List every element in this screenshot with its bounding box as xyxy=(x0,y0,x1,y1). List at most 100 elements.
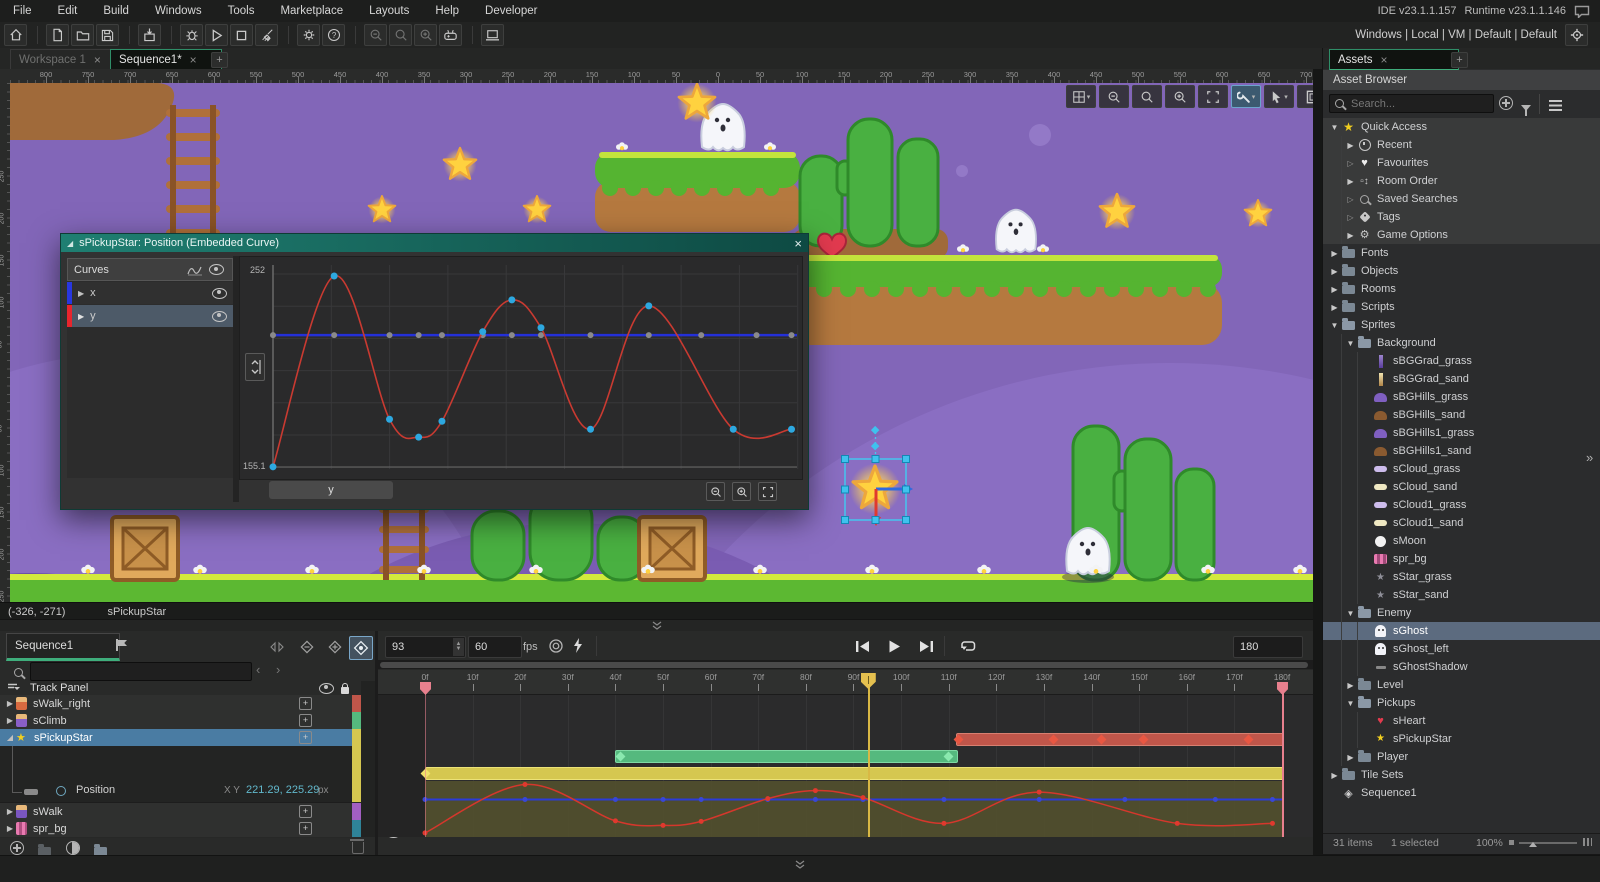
select-tool-button[interactable]: ▾ xyxy=(1264,85,1294,108)
scale-handle[interactable] xyxy=(872,456,879,463)
expand-icon[interactable]: ▶ xyxy=(78,289,84,298)
new-project-button[interactable] xyxy=(46,24,69,46)
menu-developer[interactable]: Developer xyxy=(472,5,550,17)
clip-sClimb[interactable] xyxy=(615,750,957,763)
asset-tree-item-Saved Searches[interactable]: ▷Saved Searches xyxy=(1323,190,1600,208)
sequence-length-input[interactable]: 180 xyxy=(1233,636,1303,658)
asset-tree-item-Objects[interactable]: ▶Objects xyxy=(1323,262,1600,280)
graph-fit-button[interactable] xyxy=(758,482,777,501)
tab-workspace[interactable]: Workspace 1× xyxy=(10,49,124,70)
track-row-sWalk_right[interactable]: ▶sWalk_right+ xyxy=(0,695,352,713)
asset-tree-item-sCloud_grass[interactable]: sCloud_grass xyxy=(1323,460,1600,478)
fps-input[interactable]: 60 xyxy=(468,636,522,658)
spinner-arrows[interactable]: ▲▼ xyxy=(453,638,464,656)
track-row-sWalk[interactable]: ▶sWalk+ xyxy=(0,803,352,821)
add-tab-button[interactable]: + xyxy=(1451,52,1468,68)
asset-tree-item-Background[interactable]: ▼Background xyxy=(1323,334,1600,352)
debug-button[interactable] xyxy=(180,24,203,46)
settings-button[interactable] xyxy=(297,24,320,46)
canvas-zoom-out-button[interactable] xyxy=(1099,85,1129,108)
asset-tree-item-Scripts[interactable]: ▶Scripts xyxy=(1323,298,1600,316)
edit-tool-button[interactable]: ▾ xyxy=(1231,85,1261,108)
asset-tree-item-sCloud1_sand[interactable]: sCloud1_sand xyxy=(1323,514,1600,532)
asset-tree-item-Room Order[interactable]: ▶▫↕Room Order xyxy=(1323,172,1600,190)
menu-file[interactable]: File xyxy=(0,5,45,17)
remove-keyframe-button[interactable] xyxy=(296,636,318,658)
canvas-zoom-in-button[interactable] xyxy=(1165,85,1195,108)
graph-zoom-out-button[interactable] xyxy=(706,482,725,501)
track-row-sPickupStar[interactable]: ◢★sPickupStar+ xyxy=(0,729,352,747)
add-parameter-button[interactable]: + xyxy=(299,805,312,818)
asset-tree-item-sBGHills1_sand[interactable]: sBGHills1_sand xyxy=(1323,442,1600,460)
asset-tree-item-sHeart[interactable]: ♥sHeart xyxy=(1323,712,1600,730)
curve-graph[interactable]: 252155.1 xyxy=(239,256,803,480)
clip-sWalk_right[interactable] xyxy=(956,733,1284,746)
asset-tree-item-sGhostShadow[interactable]: sGhostShadow xyxy=(1323,658,1600,676)
fit-view-button[interactable] xyxy=(1198,85,1228,108)
graph-zoom-in-button[interactable] xyxy=(732,482,751,501)
search-next-button[interactable]: › xyxy=(276,662,280,677)
curves-header-row[interactable]: Curves xyxy=(67,258,233,281)
pingpong-playback-button[interactable] xyxy=(266,636,288,658)
add-parameter-button[interactable]: + xyxy=(299,731,312,744)
channel-row-x[interactable]: ▶ x xyxy=(67,282,233,304)
track-row-spr_bg[interactable]: ▶spr_bg+ xyxy=(0,820,352,838)
close-icon[interactable]: × xyxy=(1381,53,1388,67)
zoom-out-button[interactable] xyxy=(364,24,387,46)
asset-tree-item-sBGHills1_grass[interactable]: sBGHills1_grass xyxy=(1323,424,1600,442)
fit-vertical-button[interactable] xyxy=(245,353,265,381)
track-search-input[interactable] xyxy=(30,662,252,681)
curve-window-titlebar[interactable]: ◢ sPickupStar: Position (Embedded Curve)… xyxy=(61,234,808,252)
selected-channel-button[interactable]: y xyxy=(269,481,393,499)
grid-options-button[interactable]: ▾ xyxy=(1066,85,1096,108)
timeline-scrollbar[interactable] xyxy=(378,660,1313,669)
asset-tree-item-Sequence1[interactable]: ◈Sequence1 xyxy=(1323,784,1600,802)
asset-tree-item-Fonts[interactable]: ▶Fonts xyxy=(1323,244,1600,262)
channel-row-y[interactable]: ▶ y xyxy=(67,305,233,327)
create-executable-button[interactable] xyxy=(138,24,161,46)
asset-tree-item-Game Options[interactable]: ▶⚙Game Options xyxy=(1323,226,1600,244)
add-parameter-button[interactable]: + xyxy=(299,697,312,710)
filter-list-icon[interactable] xyxy=(8,683,22,693)
expand-icon[interactable]: ▶ xyxy=(78,312,84,321)
current-frame-input[interactable]: 93▲▼ xyxy=(385,636,466,658)
position-track-row[interactable]: Position X Y 221.29, 225.29 px xyxy=(0,746,352,803)
canvas-zoom-reset-button[interactable] xyxy=(1132,85,1162,108)
asset-tree-item-Level[interactable]: ▶Level xyxy=(1323,676,1600,694)
zoom-slider-handle[interactable] xyxy=(1529,842,1537,847)
menu-marketplace[interactable]: Marketplace xyxy=(267,5,356,17)
asset-search-input[interactable] xyxy=(1349,97,1473,111)
asset-tree-item-sGhost_left[interactable]: sGhost_left xyxy=(1323,640,1600,658)
bottom-collapse-strip[interactable] xyxy=(0,855,1600,882)
scale-handle[interactable] xyxy=(872,517,879,524)
eye-icon[interactable] xyxy=(212,311,227,322)
menu-edit[interactable]: Edit xyxy=(45,5,91,17)
stop-button[interactable] xyxy=(230,24,253,46)
scale-handle[interactable] xyxy=(842,486,849,493)
eye-icon[interactable] xyxy=(212,288,227,299)
close-icon[interactable]: × xyxy=(94,53,101,67)
asset-tree-item-Recent[interactable]: ▶Recent xyxy=(1323,136,1600,154)
bolt-icon[interactable] xyxy=(572,637,584,654)
play-button[interactable] xyxy=(882,636,906,656)
help-button[interactable]: ? xyxy=(322,24,345,46)
asset-tree-item-spr_bg[interactable]: spr_bg xyxy=(1323,550,1600,568)
menu-layouts[interactable]: Layouts xyxy=(356,5,422,17)
asset-tree-item-Sprites[interactable]: ▼Sprites xyxy=(1323,316,1600,334)
scale-handle[interactable] xyxy=(842,517,849,524)
eye-icon[interactable] xyxy=(209,264,224,275)
add-parameter-button[interactable]: + xyxy=(299,822,312,835)
crate-sprite[interactable] xyxy=(112,517,178,580)
loop-record-icon[interactable] xyxy=(548,638,564,654)
asset-tree-item-Pickups[interactable]: ▼Pickups xyxy=(1323,694,1600,712)
menu-windows[interactable]: Windows xyxy=(142,5,215,17)
run-button[interactable] xyxy=(205,24,228,46)
track-row-sClimb[interactable]: ▶sClimb+ xyxy=(0,712,352,730)
close-icon[interactable]: × xyxy=(794,236,802,251)
zoom-slider[interactable] xyxy=(1519,842,1577,844)
menu-icon[interactable] xyxy=(1549,98,1562,116)
feedback-icon[interactable] xyxy=(1574,5,1590,18)
menu-help[interactable]: Help xyxy=(422,5,472,17)
tab-assets[interactable]: Assets× xyxy=(1329,49,1459,71)
panel-flyout-chevron[interactable]: » xyxy=(1586,450,1593,465)
